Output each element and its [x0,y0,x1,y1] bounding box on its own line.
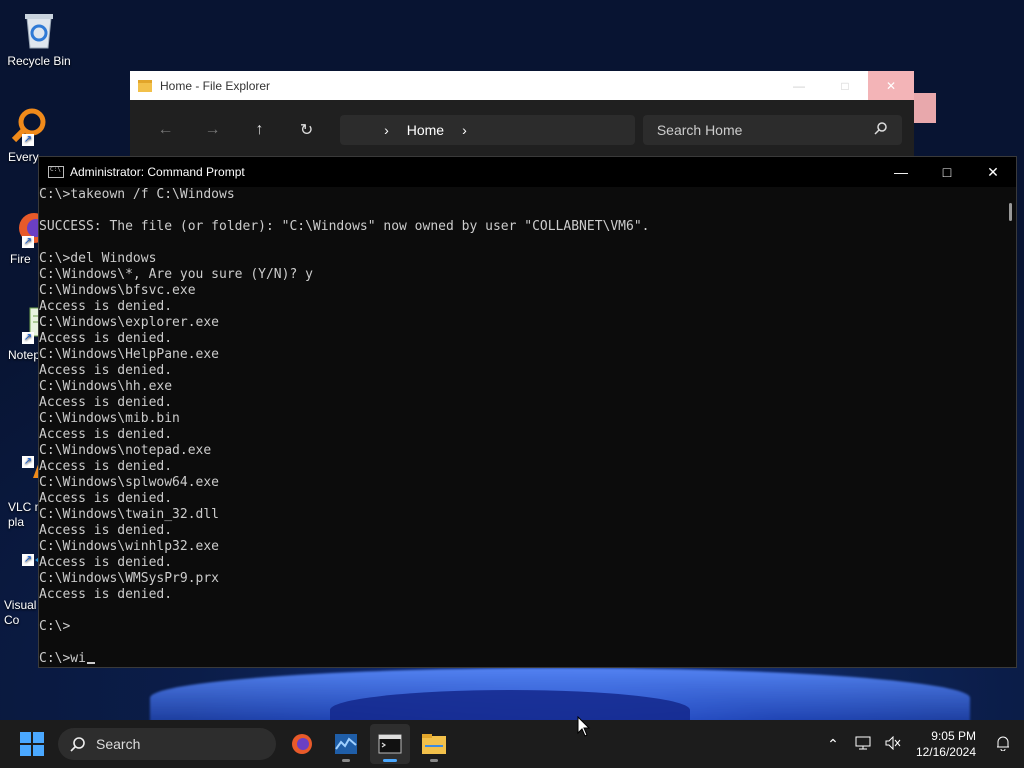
minimize-button[interactable]: — [776,71,822,100]
maximize-button[interactable]: □ [924,157,970,187]
explorer-search-box[interactable]: Search Home [642,114,902,145]
console-line: C:\>wi [39,651,998,667]
close-button[interactable]: ✕ [868,71,914,100]
minimize-button[interactable]: — [878,157,924,187]
taskbar: Search ⌃ 9:05 PM 12/16/2024 [0,720,1024,768]
volume-muted-icon[interactable] [878,735,908,753]
running-indicator [383,759,397,762]
shortcut-arrow-icon: ↗ [22,332,34,344]
breadcrumb-home[interactable]: Home [407,122,444,138]
shortcut-arrow-icon: ↗ [22,134,34,146]
taskbar-search[interactable]: Search [58,728,276,760]
console-line: Access is denied. [39,299,173,314]
console-line: Access is denied. [39,523,173,538]
maximize-button[interactable]: □ [822,71,868,100]
taskbar-command-prompt[interactable] [370,724,410,764]
console-line: C:\> [39,619,71,634]
chevron-right-icon: › [384,121,389,138]
console-line: Access is denied. [39,491,173,506]
folder-icon [138,79,152,92]
shortcut-arrow-icon: ↗ [22,456,34,468]
console-line: Access is denied. [39,587,173,602]
refresh-icon[interactable]: ↻ [283,120,330,140]
up-arrow-icon[interactable]: ↑ [236,121,283,139]
address-bar[interactable]: › Home › [340,114,635,145]
running-indicator [430,759,438,762]
console-line: C:\Windows\hh.exe [39,379,173,394]
console-line: C:\Windows\WMSysPr9.prx [39,571,220,586]
taskbar-file-explorer[interactable] [414,724,454,764]
chevron-right-icon: › [462,121,467,138]
notification-bell-icon[interactable] [988,735,1018,754]
desktop-icon-recycle-bin[interactable]: Recycle Bin [1,10,77,68]
console-line: C:\>del Windows [39,251,157,266]
console-line: Access is denied. [39,395,173,410]
explorer-titlebar[interactable]: Home - File Explorer — □ ✕ [130,71,914,100]
clock-time: 9:05 PM [931,729,976,743]
desktop-icon-label: Recycle Bin [7,54,71,68]
console-line: C:\Windows\winhlp32.exe [39,539,220,554]
firefox-icon [292,734,312,754]
console-line: Access is denied. [39,427,173,442]
taskbar-search-label: Search [96,736,141,752]
terminal-icon [378,734,402,754]
system-tray: ⌃ 9:05 PM 12/16/2024 [818,720,1024,768]
back-arrow-icon[interactable]: ← [142,121,189,139]
console-line: C:\Windows\explorer.exe [39,315,220,330]
scrollbar-thumb[interactable] [1009,203,1012,221]
search-icon [70,737,85,752]
folder-icon [422,734,446,754]
explorer-search-placeholder: Search Home [656,121,743,138]
console-line: C:\Windows\splwow64.exe [39,475,220,490]
close-button[interactable]: ✕ [970,157,1016,187]
shortcut-arrow-icon: ↗ [22,236,34,248]
shortcut-arrow-icon: ↗ [22,554,34,566]
taskbar-clock[interactable]: 9:05 PM 12/16/2024 [908,728,988,760]
everything-search-icon: ↗ [8,106,48,146]
console-line: Access is denied. [39,459,173,474]
cmd-title: Administrator: Command Prompt [70,165,245,179]
explorer-title: Home - File Explorer [160,78,271,93]
command-prompt-window[interactable]: Administrator: Command Prompt — □ ✕ C:\>… [38,156,1017,668]
cmd-titlebar[interactable]: Administrator: Command Prompt — □ ✕ [39,157,1016,187]
console-line: C:\>takeown /f C:\Windows [39,187,235,202]
console-line: C:\Windows\bfsvc.exe [39,283,196,298]
windows-start-icon[interactable] [20,732,44,756]
console-line: Access is denied. [39,555,173,570]
file-explorer-window[interactable]: Home - File Explorer — □ ✕ ← → ↑ ↻ › Hom… [130,71,914,159]
running-indicator [342,759,350,762]
console-line: C:\Windows\notepad.exe [39,443,212,458]
console-line: C:\Windows\*, Are you sure (Y/N)? y [39,267,313,282]
console-line: C:\Windows\HelpPane.exe [39,347,220,362]
mouse-pointer-icon [577,716,591,737]
network-icon[interactable] [848,736,878,753]
cmd-app-icon [48,166,64,178]
console-line: Access is denied. [39,331,173,346]
forward-arrow-icon[interactable]: → [189,121,236,139]
console-line: C:\Windows\twain_32.dll [39,507,220,522]
chevron-up-icon[interactable]: ⌃ [818,736,848,753]
recycle-bin-icon [19,10,59,50]
console-output[interactable]: C:\>takeown /f C:\Windows SUCCESS: The fi… [39,187,998,667]
search-icon [874,121,888,138]
explorer-navbar: ← → ↑ ↻ › Home › Search Home [130,100,914,159]
text-cursor [86,662,95,664]
task-manager-icon [335,734,357,754]
console-line: Access is denied. [39,363,173,378]
taskbar-firefox[interactable] [282,724,322,764]
taskbar-task-manager[interactable] [326,724,366,764]
console-line: SUCCESS: The file (or folder): "C:\Windo… [39,219,650,234]
clock-date: 12/16/2024 [915,745,976,759]
console-line: C:\Windows\mib.bin [39,411,180,426]
